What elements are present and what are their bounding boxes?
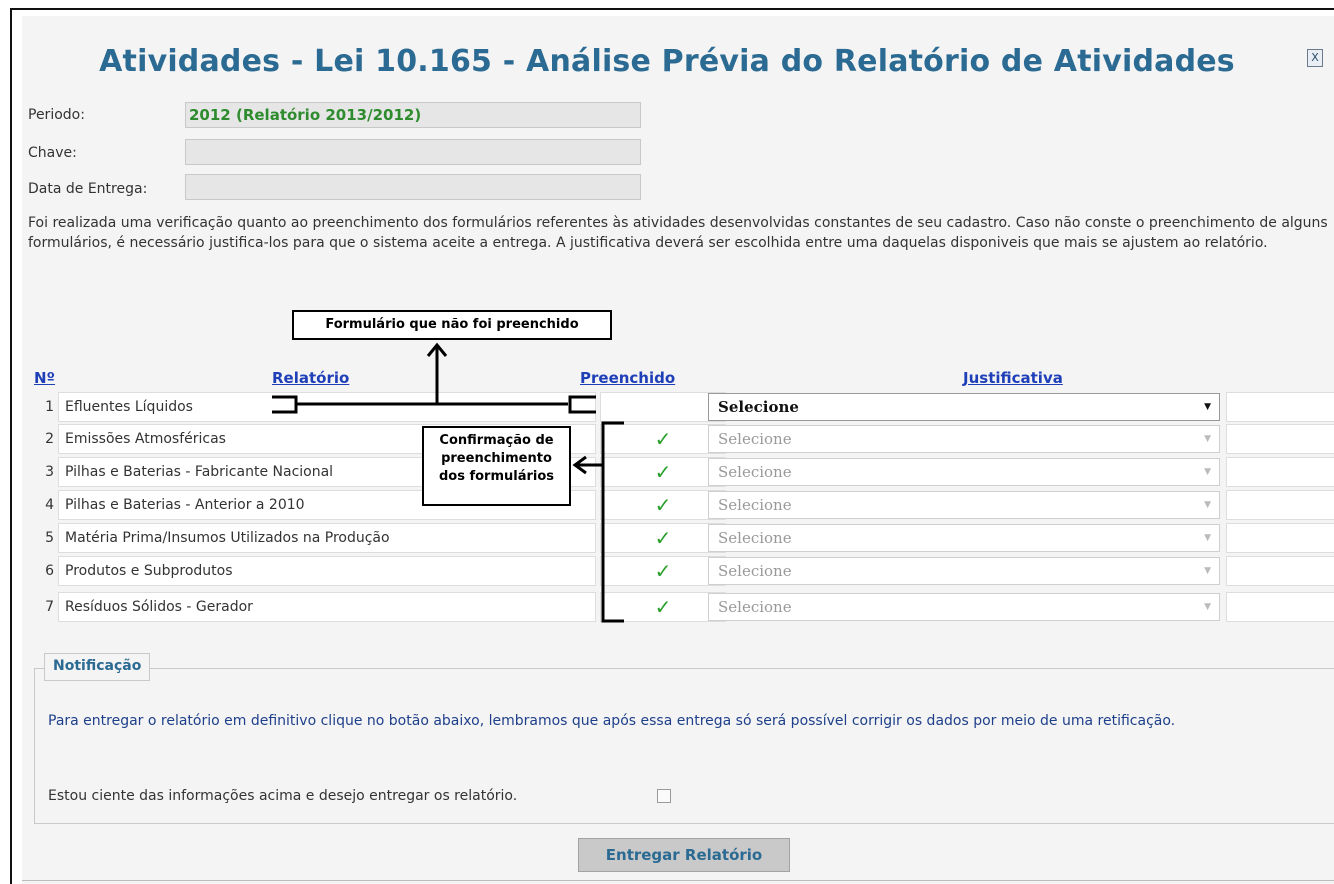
submit-report-button[interactable]: Entregar Relatório <box>578 838 790 872</box>
row-relatorio: Efluentes Líquidos <box>58 392 596 422</box>
row-relatorio: Resíduos Sólidos - Gerador <box>58 592 596 622</box>
notification-legend: Notificação <box>44 653 151 681</box>
row-number: 1 <box>45 399 54 415</box>
justificativa-select[interactable]: Selecione ▼ <box>708 393 1220 421</box>
row-extra-cell <box>1226 424 1334 454</box>
chave-field <box>185 139 641 165</box>
row-extra-cell <box>1226 457 1334 487</box>
data-entrega-field <box>185 174 641 200</box>
row-extra-cell <box>1226 490 1334 520</box>
acknowledge-checkbox[interactable] <box>657 789 671 803</box>
annotation-line: Confirmação de <box>439 433 554 448</box>
row-number: 3 <box>45 464 54 480</box>
row-number: 4 <box>45 497 54 513</box>
row-relatorio: Produtos e Subprodutos <box>58 556 596 586</box>
justificativa-select[interactable]: Selecione ▼ <box>708 425 1220 453</box>
justificativa-select[interactable]: Selecione ▼ <box>708 524 1220 552</box>
row-number: 2 <box>45 431 54 447</box>
annotation-confirmation: Confirmação de preenchimento dos formulá… <box>422 426 571 506</box>
annotation-line: dos formulários <box>438 469 555 484</box>
header-relatorio[interactable]: Relatório <box>272 369 349 387</box>
annotation-line: preenchimento <box>441 451 552 466</box>
row-extra-cell <box>1226 523 1334 553</box>
data-entrega-label: Data de Entrega: <box>28 181 148 197</box>
select-value: Selecione <box>718 463 792 481</box>
intro-text: Foi realizada uma verificação quanto ao … <box>28 215 1328 251</box>
select-value: Selecione <box>718 398 799 416</box>
header-justificativa[interactable]: Justificativa <box>963 369 1063 387</box>
select-value: Selecione <box>718 598 792 616</box>
periodo-label: Periodo: <box>28 107 85 123</box>
row-extra-cell <box>1226 556 1334 586</box>
close-icon[interactable]: X <box>1307 49 1323 67</box>
row-number: 5 <box>45 530 54 546</box>
chevron-down-icon: ▼ <box>1204 602 1211 612</box>
chevron-down-icon: ▼ <box>1204 402 1211 412</box>
row-relatorio: Matéria Prima/Insumos Utilizados na Prod… <box>58 523 596 553</box>
annotation-unfilled: Formulário que não foi preenchido <box>292 310 612 340</box>
select-value: Selecione <box>718 529 792 547</box>
chave-label: Chave: <box>28 145 77 161</box>
dialog-title: Atividades - Lei 10.165 - Análise Prévia… <box>99 44 1235 79</box>
header-preenchido[interactable]: Preenchido <box>580 369 675 387</box>
chevron-down-icon: ▼ <box>1204 500 1211 510</box>
notification-text: Para entregar o relatório em definitivo … <box>48 713 1176 729</box>
row-number: 6 <box>45 563 54 579</box>
bottom-divider <box>22 880 1334 881</box>
select-value: Selecione <box>718 496 792 514</box>
select-value: Selecione <box>718 562 792 580</box>
window-border-top <box>10 8 1334 10</box>
periodo-field: 2012 (Relatório 2013/2012) <box>185 102 641 128</box>
row-extra-cell <box>1226 392 1334 422</box>
justificativa-select[interactable]: Selecione ▼ <box>708 593 1220 621</box>
row-number: 7 <box>45 599 54 615</box>
row-extra-cell <box>1226 592 1334 622</box>
window-border-left <box>10 8 12 884</box>
chevron-down-icon: ▼ <box>1204 434 1211 444</box>
header-numero[interactable]: Nº <box>34 369 55 387</box>
justificativa-select[interactable]: Selecione ▼ <box>708 491 1220 519</box>
chevron-down-icon: ▼ <box>1204 467 1211 477</box>
justificativa-select[interactable]: Selecione ▼ <box>708 458 1220 486</box>
chevron-down-icon: ▼ <box>1204 566 1211 576</box>
chevron-down-icon: ▼ <box>1204 533 1211 543</box>
acknowledge-label: Estou ciente das informações acima e des… <box>48 788 518 804</box>
select-value: Selecione <box>718 430 792 448</box>
justificativa-select[interactable]: Selecione ▼ <box>708 557 1220 585</box>
